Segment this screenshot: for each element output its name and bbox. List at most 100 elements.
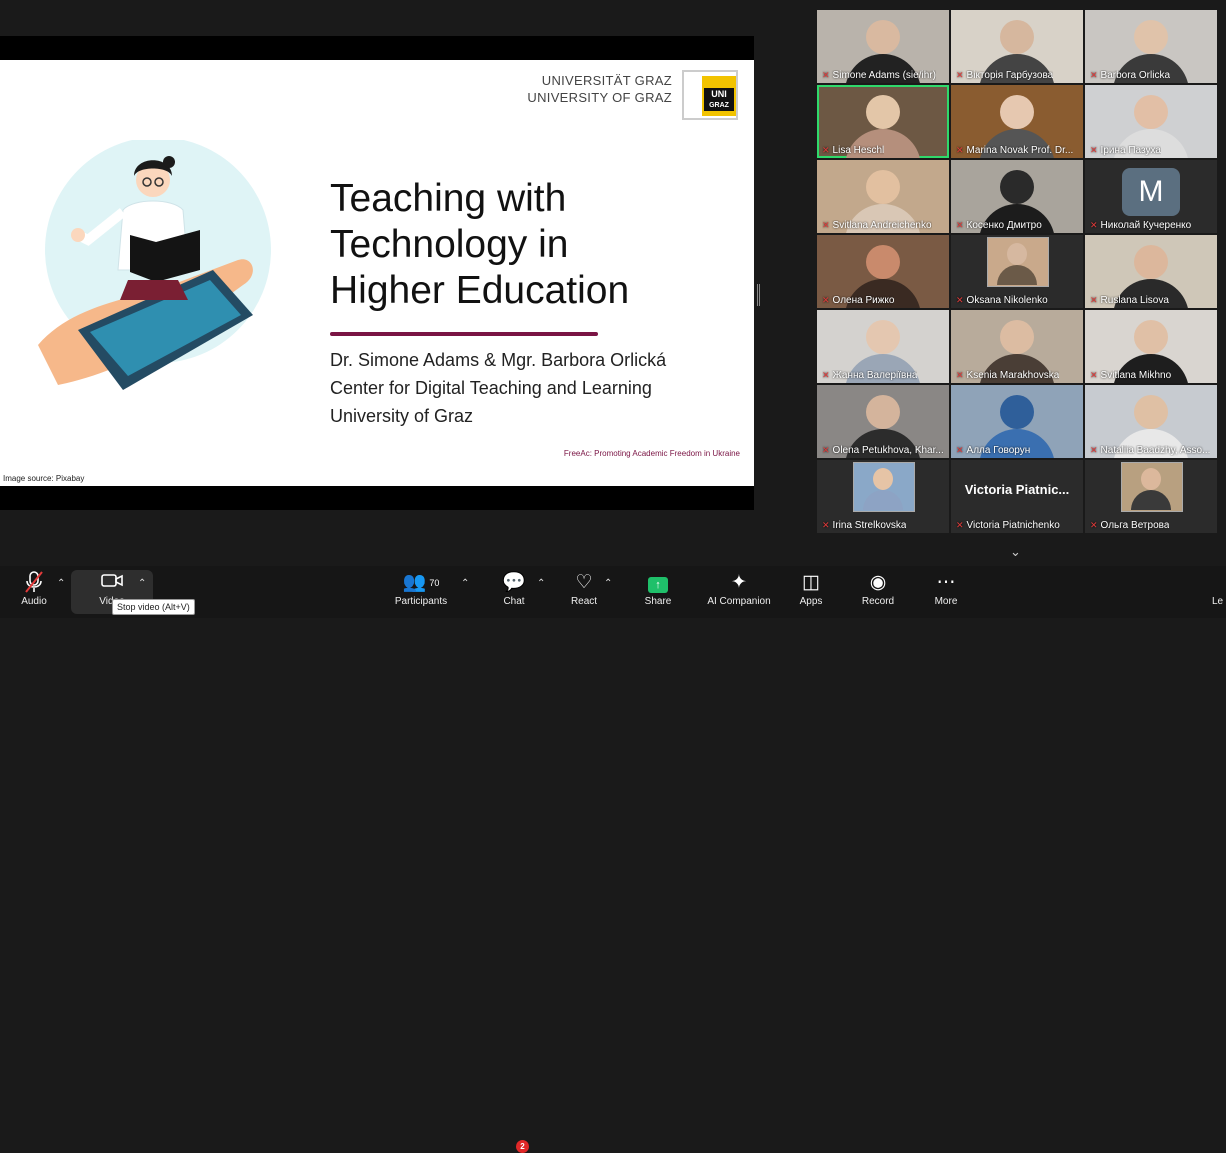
- participant-face: [866, 320, 900, 354]
- sparkle-icon: ✦: [731, 572, 747, 593]
- leave-icon: [1212, 570, 1226, 596]
- participant-tile[interactable]: ✕ Nataliia Baadzhy, Asso...: [1085, 385, 1217, 458]
- microphone-muted-icon: ✕: [822, 70, 830, 80]
- participant-name: ✕ Косенко Дмитро: [956, 220, 1042, 231]
- participants-button[interactable]: 👥 70 Participants: [390, 570, 452, 607]
- participant-tile[interactable]: ✕ Вікторія Гарбузова: [951, 10, 1083, 83]
- microphone-muted-icon: ✕: [1090, 70, 1098, 80]
- participant-face: [1007, 243, 1027, 265]
- logo-text-graz: GRAZ: [709, 102, 729, 109]
- share-screen-icon: ↑: [640, 570, 676, 596]
- participant-name-text: Victoria Piatnichenko: [966, 520, 1060, 531]
- participant-face: [866, 20, 900, 54]
- leave-button[interactable]: Le: [1212, 570, 1226, 607]
- participant-tile[interactable]: ✕ Irina Strelkovska: [817, 460, 949, 533]
- chevron-down-icon[interactable]: ⌄: [1010, 544, 1021, 560]
- chat-options-caret-icon[interactable]: ⌃: [537, 578, 545, 589]
- chat-unread-badge: 2: [516, 1140, 529, 1153]
- participant-tile[interactable]: ✕ Алла Говорун: [951, 385, 1083, 458]
- record-label: Record: [861, 596, 895, 607]
- more-dots-icon: ⋯: [936, 572, 956, 593]
- react-options-caret-icon[interactable]: ⌃: [604, 578, 612, 589]
- participant-name-text: Ольга Ветрова: [1100, 520, 1170, 531]
- microphone-muted-icon: ✕: [1090, 295, 1098, 305]
- participant-tile[interactable]: Victoria Piatnic... ✕ Victoria Piatnichenk…: [951, 460, 1083, 533]
- participant-name: ✕ Ольга Ветрова: [1090, 520, 1169, 531]
- participant-name: ✕ Nataliia Baadzhy, Asso...: [1090, 445, 1210, 456]
- microphone-muted-icon: ✕: [956, 220, 964, 230]
- participant-name-text: Lisa Heschl: [832, 145, 885, 156]
- title-divider: [330, 332, 598, 336]
- participant-name-text: Marina Novak Prof. Dr...: [966, 145, 1074, 156]
- participant-face: [1000, 320, 1034, 354]
- participant-name: ✕ Жанна Валеріївна: [822, 370, 917, 381]
- video-options-caret-icon[interactable]: ⌃: [138, 578, 146, 589]
- participant-face: [866, 95, 900, 129]
- microphone-muted-icon: ✕: [822, 520, 830, 530]
- participant-tile[interactable]: ✕ Olena Petukhova, Khar...: [817, 385, 949, 458]
- participant-name-text: Simone Adams (sie/ihr): [832, 70, 936, 81]
- participants-count: 70: [429, 578, 440, 588]
- apps-button[interactable]: ◫ Apps: [794, 570, 828, 607]
- participant-name-text: Вікторія Гарбузова: [966, 70, 1054, 81]
- participant-tile[interactable]: ✕ Barbora Orlicka: [1085, 10, 1217, 83]
- participant-name-text: Barbora Orlicka: [1100, 70, 1171, 81]
- participant-name: ✕ Irina Strelkovska: [822, 520, 906, 531]
- participant-name: ✕ Svitlana Mikhno: [1090, 370, 1171, 381]
- participant-name-text: Nataliia Baadzhy, Asso...: [1100, 445, 1211, 456]
- participant-tile[interactable]: ✕ Косенко Дмитро: [951, 160, 1083, 233]
- participants-options-caret-icon[interactable]: ⌃: [461, 578, 469, 589]
- microphone-muted-icon: ✕: [956, 70, 964, 80]
- participant-name: ✕ Oksana Nikolenko: [956, 295, 1048, 306]
- microphone-muted-icon: ✕: [1090, 445, 1098, 455]
- participant-face: [1134, 20, 1168, 54]
- participants-icon: 👥 70: [402, 572, 440, 593]
- participant-face: [1134, 245, 1168, 279]
- audio-button[interactable]: Audio: [14, 570, 54, 607]
- microphone-muted-icon: ✕: [956, 370, 964, 380]
- participant-tile[interactable]: ✕ Ruslana Lisova: [1085, 235, 1217, 308]
- university-name: UNIVERSITÄT GRAZ UNIVERSITY OF GRAZ: [527, 72, 672, 106]
- microphone-muted-icon: ✕: [1090, 520, 1098, 530]
- participant-name: ✕ Вікторія Гарбузова: [956, 70, 1053, 81]
- participant-tile[interactable]: ✕ Ольга Ветрова: [1085, 460, 1217, 533]
- share-label: Share: [644, 596, 672, 607]
- ai-companion-button[interactable]: ✦ AI Companion: [702, 570, 776, 607]
- participant-name-text: Svitlana Andreichenko: [832, 220, 932, 231]
- slide-title: Teaching with Technology in Higher Educa…: [330, 176, 730, 314]
- participant-name-text: Oksana Nikolenko: [966, 295, 1048, 306]
- audio-options-caret-icon[interactable]: ⌃: [57, 578, 65, 589]
- microphone-muted-icon: ✕: [822, 145, 830, 155]
- participant-face: [1000, 20, 1034, 54]
- participant-tile[interactable]: ✕ Ksenia Marakhovska: [951, 310, 1083, 383]
- participant-tile[interactable]: ✕ Marina Novak Prof. Dr...: [951, 85, 1083, 158]
- participant-face: [1141, 468, 1161, 490]
- microphone-muted-icon: [14, 570, 54, 596]
- participant-tile[interactable]: ✕ Жанна Валеріївна: [817, 310, 949, 383]
- participant-name-text: Николай Кучеренко: [1100, 220, 1192, 231]
- participant-face: [1000, 95, 1034, 129]
- participant-face: [866, 245, 900, 279]
- chat-button[interactable]: 💬 Chat: [498, 570, 530, 607]
- leave-label: Le: [1212, 596, 1224, 607]
- heart-icon: ♡: [575, 572, 593, 593]
- more-button[interactable]: ⋯ More: [928, 570, 964, 607]
- participant-tile[interactable]: ✕ Ірина Пазуха: [1085, 85, 1217, 158]
- slide-department: Center for Digital Teaching and Learning: [330, 378, 652, 398]
- participant-tile[interactable]: M ✕ Николай Кучеренко: [1085, 160, 1217, 233]
- participant-tile[interactable]: ✕ Svitlana Andreichenko: [817, 160, 949, 233]
- participant-tile[interactable]: ✕ Simone Adams (sie/ihr): [817, 10, 949, 83]
- record-icon: ◉: [869, 572, 887, 593]
- participant-tile[interactable]: ✕ Oksana Nikolenko: [951, 235, 1083, 308]
- record-button[interactable]: ◉ Record: [858, 570, 898, 607]
- panel-resize-handle[interactable]: [757, 284, 760, 306]
- participant-tile[interactable]: ✕ Lisa Heschl: [817, 85, 949, 158]
- participant-name: ✕ Marina Novak Prof. Dr...: [956, 145, 1073, 156]
- share-button[interactable]: ↑ Share: [640, 570, 676, 607]
- participant-tile[interactable]: ✕ Svitlana Mikhno: [1085, 310, 1217, 383]
- slide-title-line-3: Higher Education: [330, 269, 630, 312]
- project-note: FreeAc: Promoting Academic Freedom in Uk…: [563, 449, 740, 458]
- participant-tile[interactable]: ✕ Олена Рижко: [817, 235, 949, 308]
- participant-gallery: ✕ Simone Adams (sie/ihr) ✕ Вікторія Гарбузо…: [817, 10, 1217, 536]
- react-button[interactable]: ♡ React: [566, 570, 602, 607]
